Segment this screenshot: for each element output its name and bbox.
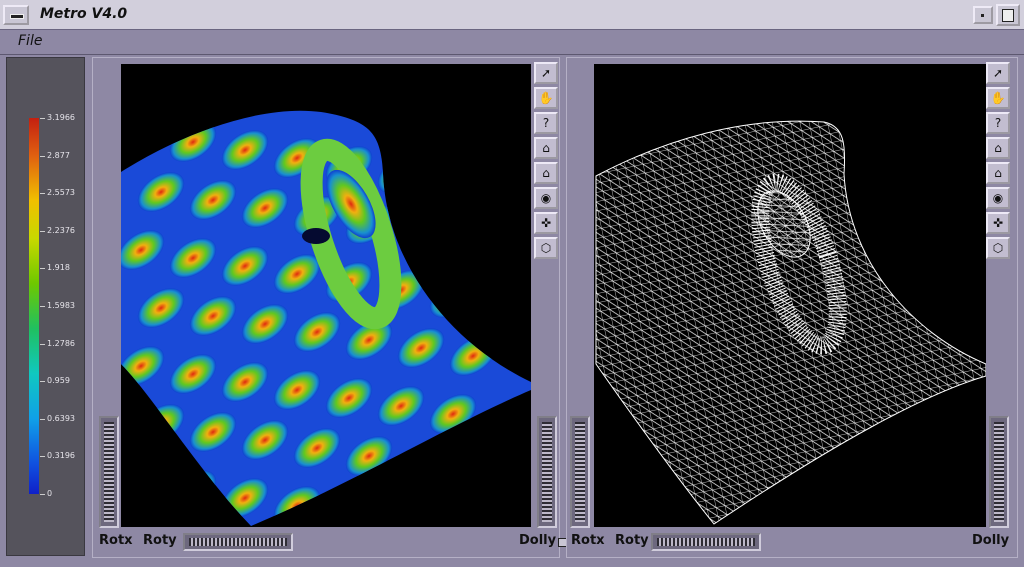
legend-tick-mark (40, 268, 45, 270)
legend-color-bar (29, 118, 39, 494)
shaded-viewport[interactable] (121, 64, 531, 527)
legend-tick-label: 1.918 (47, 263, 70, 273)
rotx-label: Rotx (99, 533, 133, 548)
wireframe-viewport[interactable] (594, 64, 987, 527)
legend-tick-label: 3.1966 (47, 113, 75, 122)
stress-contour-patch (449, 220, 497, 260)
eye-button[interactable]: ◉ (986, 187, 1010, 209)
stress-contour-patch (121, 462, 165, 502)
stress-contour-patch (325, 494, 373, 527)
home-icon: ⌂ (542, 141, 550, 155)
window-title: Metro V4.0 (40, 6, 128, 22)
legend-tick-label: 2.877 (47, 150, 70, 160)
legend-tick-mark (40, 494, 45, 495)
roty-wheel[interactable] (183, 533, 293, 551)
help-button[interactable]: ? (986, 112, 1010, 134)
help-button[interactable]: ? (534, 112, 558, 134)
legend-tick-mark (40, 418, 45, 420)
maximize-button[interactable] (996, 4, 1020, 26)
stress-contour-patch (429, 162, 477, 202)
pointer-icon: ➚ (992, 66, 1004, 80)
eye-button[interactable]: ◉ (534, 187, 558, 209)
legend-tick-mark (40, 343, 45, 345)
legend-tick-mark (40, 155, 45, 157)
perspective-box-icon: ⬡ (992, 241, 1004, 255)
legend-tick-mark (40, 193, 45, 195)
rotx-label: Rotx (571, 533, 605, 548)
legend-tick-label: 0 (47, 489, 53, 498)
crosshair-icon: ✜ (992, 216, 1004, 230)
shaded-viewer-frame: ➚ ✋? ⌂ ⌂ ◉ ✜ ⬡ Rotx Roty Dolly (92, 57, 560, 558)
home-icon: ⌂ (994, 141, 1002, 155)
stress-contour-patch (429, 510, 477, 527)
help-icon: ? (994, 116, 1002, 130)
set-home-button[interactable]: ⌂ (986, 162, 1010, 184)
perspective-box-icon: ⬡ (540, 241, 552, 255)
roty-label: Roty (615, 533, 649, 548)
dolly-label: Dolly (972, 533, 1010, 548)
menu-bar: File (0, 30, 1024, 55)
title-bar: Metro V4.0 (0, 0, 1024, 30)
pointer-button[interactable]: ➚ (534, 62, 558, 84)
legend-tick-label: 2.2376 (47, 225, 75, 235)
hand-icon: ✋ (990, 91, 1006, 105)
legend-tick-mark (40, 118, 45, 119)
set-home-icon: ⌂ (994, 166, 1002, 180)
home-button[interactable]: ⌂ (986, 137, 1010, 159)
hand-icon: ✋ (538, 91, 554, 105)
roty-label: Roty (143, 533, 177, 548)
legend-tick-label: 0.6393 (47, 413, 75, 423)
dolly-wheel[interactable] (989, 416, 1009, 528)
hand-button[interactable]: ✋ (986, 87, 1010, 109)
legend-tick-mark (40, 230, 45, 232)
minimize-button[interactable] (973, 6, 993, 24)
legend-tick-mark (40, 306, 45, 307)
eye-icon: ◉ (992, 191, 1004, 205)
pointer-button[interactable]: ➚ (986, 62, 1010, 84)
legend-tick-mark (40, 456, 45, 458)
menu-file[interactable]: File (18, 33, 42, 49)
rotx-wheel[interactable] (570, 416, 590, 528)
perspective-box-button[interactable]: ⬡ (534, 237, 558, 259)
legend-tick-mark (40, 381, 45, 383)
legend-tick-label: 0.3196 (47, 451, 75, 461)
crosshair-button[interactable]: ✜ (986, 212, 1010, 234)
rotx-wheel[interactable] (99, 416, 119, 528)
legend-tick-label: 1.2786 (47, 338, 75, 348)
stress-contour-patch (449, 452, 497, 492)
dolly-label: Dolly (519, 533, 557, 548)
home-button[interactable]: ⌂ (534, 137, 558, 159)
roty-wheel[interactable] (651, 533, 761, 551)
legend-tick-label: 1.5983 (47, 301, 75, 310)
crosshair-button[interactable]: ✜ (534, 212, 558, 234)
eye-icon: ◉ (540, 191, 552, 205)
window-menu-button[interactable] (3, 5, 29, 25)
legend-tick-label: 0.959 (47, 376, 70, 386)
dolly-wheel[interactable] (537, 416, 557, 528)
set-home-icon: ⌂ (542, 166, 550, 180)
wireframe-viewer-frame: ➚ ✋? ⌂ ⌂ ◉ ✜ ⬡ Rotx Roty Dolly (566, 57, 1018, 558)
set-home-button[interactable]: ⌂ (534, 162, 558, 184)
shaded-surface-render (121, 110, 531, 527)
legend-tick-label: 2.5573 (47, 188, 75, 198)
color-legend: 3.1966 2.877 2.5573 2.2376 1.918 1.5983 1.2786… (6, 57, 85, 556)
pointer-icon: ➚ (540, 66, 552, 80)
perspective-box-button[interactable]: ⬡ (986, 237, 1010, 259)
crosshair-icon: ✜ (540, 216, 552, 230)
stress-contour-patch (377, 502, 425, 527)
help-icon: ? (542, 116, 550, 130)
wireframe-surface-render (595, 120, 987, 525)
hand-button[interactable]: ✋ (534, 87, 558, 109)
